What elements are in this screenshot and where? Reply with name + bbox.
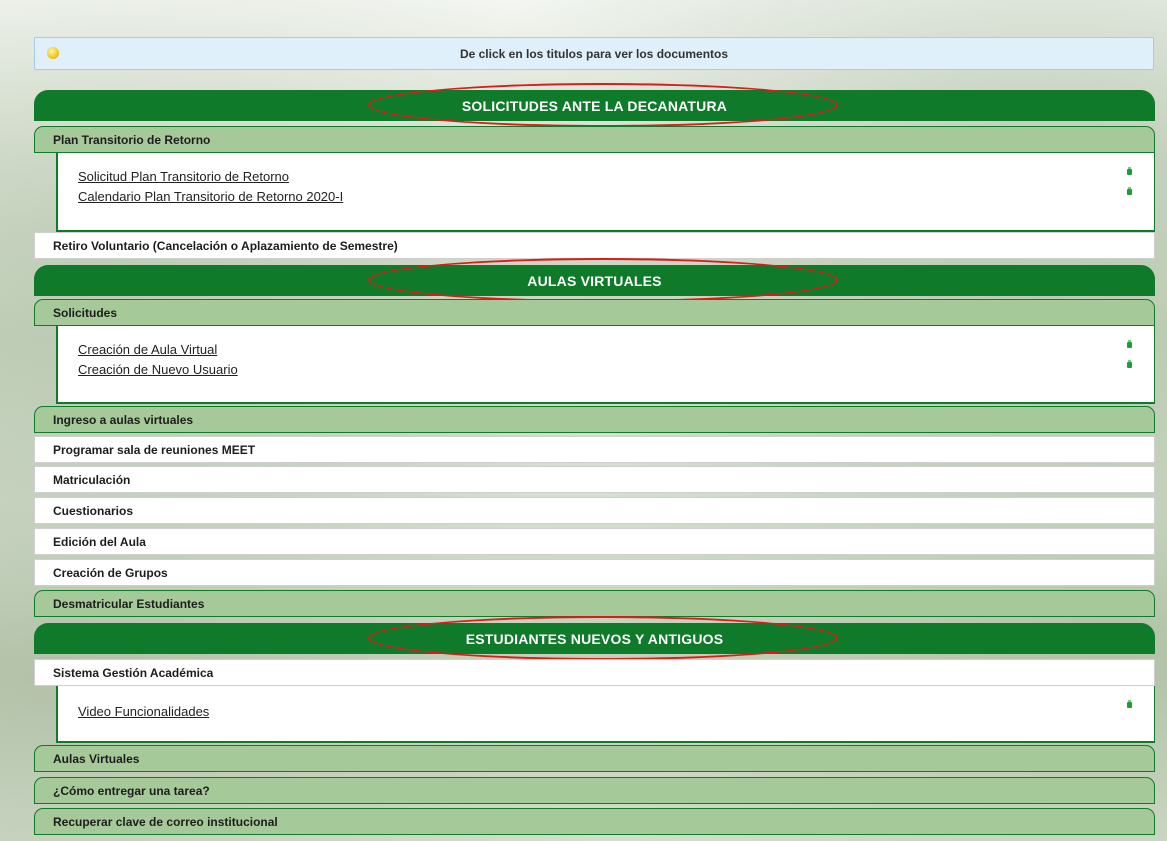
accordion-creacion-grupos[interactable]: Creación de Grupos — [34, 559, 1155, 586]
panel-sistema-gestion: Video Funcionalidades — [56, 686, 1155, 743]
section-header-estudiantes[interactable]: ESTUDIANTES NUEVOS Y ANTIGUOS — [34, 616, 1155, 660]
panel-solicitudes: Creación de Aula Virtual Creación de Nue… — [56, 326, 1155, 404]
accordion-cuestionarios[interactable]: Cuestionarios — [34, 497, 1155, 524]
accordion-recuperar-clave[interactable]: Recuperar clave de correo institucional — [34, 808, 1155, 835]
notice-text: De click en los titulos para ver los doc… — [459, 46, 729, 61]
accordion-sistema-gestion[interactable]: Sistema Gestión Académica — [34, 659, 1155, 686]
accordion-matriculacion[interactable]: Matriculación — [34, 466, 1155, 493]
accordion-aulas-virtuales[interactable]: Aulas Virtuales — [34, 745, 1155, 772]
accordion-plan-transitorio[interactable]: Plan Transitorio de Retorno — [34, 126, 1155, 153]
link-creacion-aula-virtual[interactable]: Creación de Aula Virtual — [78, 342, 217, 357]
document-icon[interactable] — [1127, 187, 1132, 195]
link-calendario-plan-transitorio[interactable]: Calendario Plan Transitorio de Retorno 2… — [78, 189, 343, 204]
accordion-label: Plan Transitorio de Retorno — [53, 132, 211, 147]
accordion-edicion-aula[interactable]: Edición del Aula — [34, 528, 1155, 555]
accordion-retiro-voluntario[interactable]: Retiro Voluntario (Cancelación o Aplazam… — [34, 232, 1155, 259]
accordion-label: Solicitudes — [53, 305, 118, 320]
accordion-ingreso-aulas[interactable]: Ingreso a aulas virtuales — [34, 406, 1155, 433]
section-header-solicitudes-decanatura[interactable]: SOLICITUDES ANTE LA DECANATURA — [34, 83, 1155, 127]
accordion-label: Recuperar clave de correo institucional — [53, 814, 278, 829]
accordion-desmatricular[interactable]: Desmatricular Estudiantes — [34, 590, 1155, 617]
info-notice: De click en los titulos para ver los doc… — [34, 37, 1154, 70]
accordion-label: Desmatricular Estudiantes — [53, 596, 205, 611]
accordion-label: ¿Cómo entregar una tarea? — [53, 783, 210, 798]
link-video-funcionalidades[interactable]: Video Funcionalidades — [78, 704, 209, 719]
accordion-label: Ingreso a aulas virtuales — [53, 412, 194, 427]
accordion-label: Programar sala de reuniones MEET — [53, 442, 256, 457]
accordion-programar-meet[interactable]: Programar sala de reuniones MEET — [34, 436, 1155, 463]
section-header-aulas-virtuales[interactable]: AULAS VIRTUALES — [34, 258, 1155, 302]
link-solicitud-plan-transitorio[interactable]: Solicitud Plan Transitorio de Retorno — [78, 169, 289, 184]
accordion-label: Aulas Virtuales — [53, 751, 140, 766]
accordion-entregar-tarea[interactable]: ¿Cómo entregar una tarea? — [34, 777, 1155, 804]
section-title: AULAS VIRTUALES — [527, 272, 662, 289]
accordion-solicitudes[interactable]: Solicitudes — [34, 299, 1155, 326]
accordion-label: Sistema Gestión Académica — [53, 665, 214, 680]
accordion-label: Matriculación — [53, 472, 131, 487]
section-title: ESTUDIANTES NUEVOS Y ANTIGUOS — [465, 630, 724, 647]
document-list-page: De click en los titulos para ver los doc… — [0, 0, 1167, 841]
section-title: SOLICITUDES ANTE LA DECANATURA — [461, 97, 728, 114]
accordion-label: Creación de Grupos — [53, 565, 168, 580]
accordion-label: Retiro Voluntario (Cancelación o Aplazam… — [53, 238, 398, 253]
panel-plan-transitorio: Solicitud Plan Transitorio de Retorno Ca… — [56, 153, 1155, 232]
document-icon[interactable] — [1127, 167, 1132, 175]
lightbulb-icon — [47, 47, 59, 59]
document-icon[interactable] — [1127, 360, 1132, 368]
accordion-label: Cuestionarios — [53, 503, 134, 518]
accordion-label: Edición del Aula — [53, 534, 146, 549]
document-icon[interactable] — [1127, 340, 1132, 348]
link-creacion-nuevo-usuario[interactable]: Creación de Nuevo Usuario — [78, 362, 238, 377]
document-icon[interactable] — [1127, 700, 1132, 708]
